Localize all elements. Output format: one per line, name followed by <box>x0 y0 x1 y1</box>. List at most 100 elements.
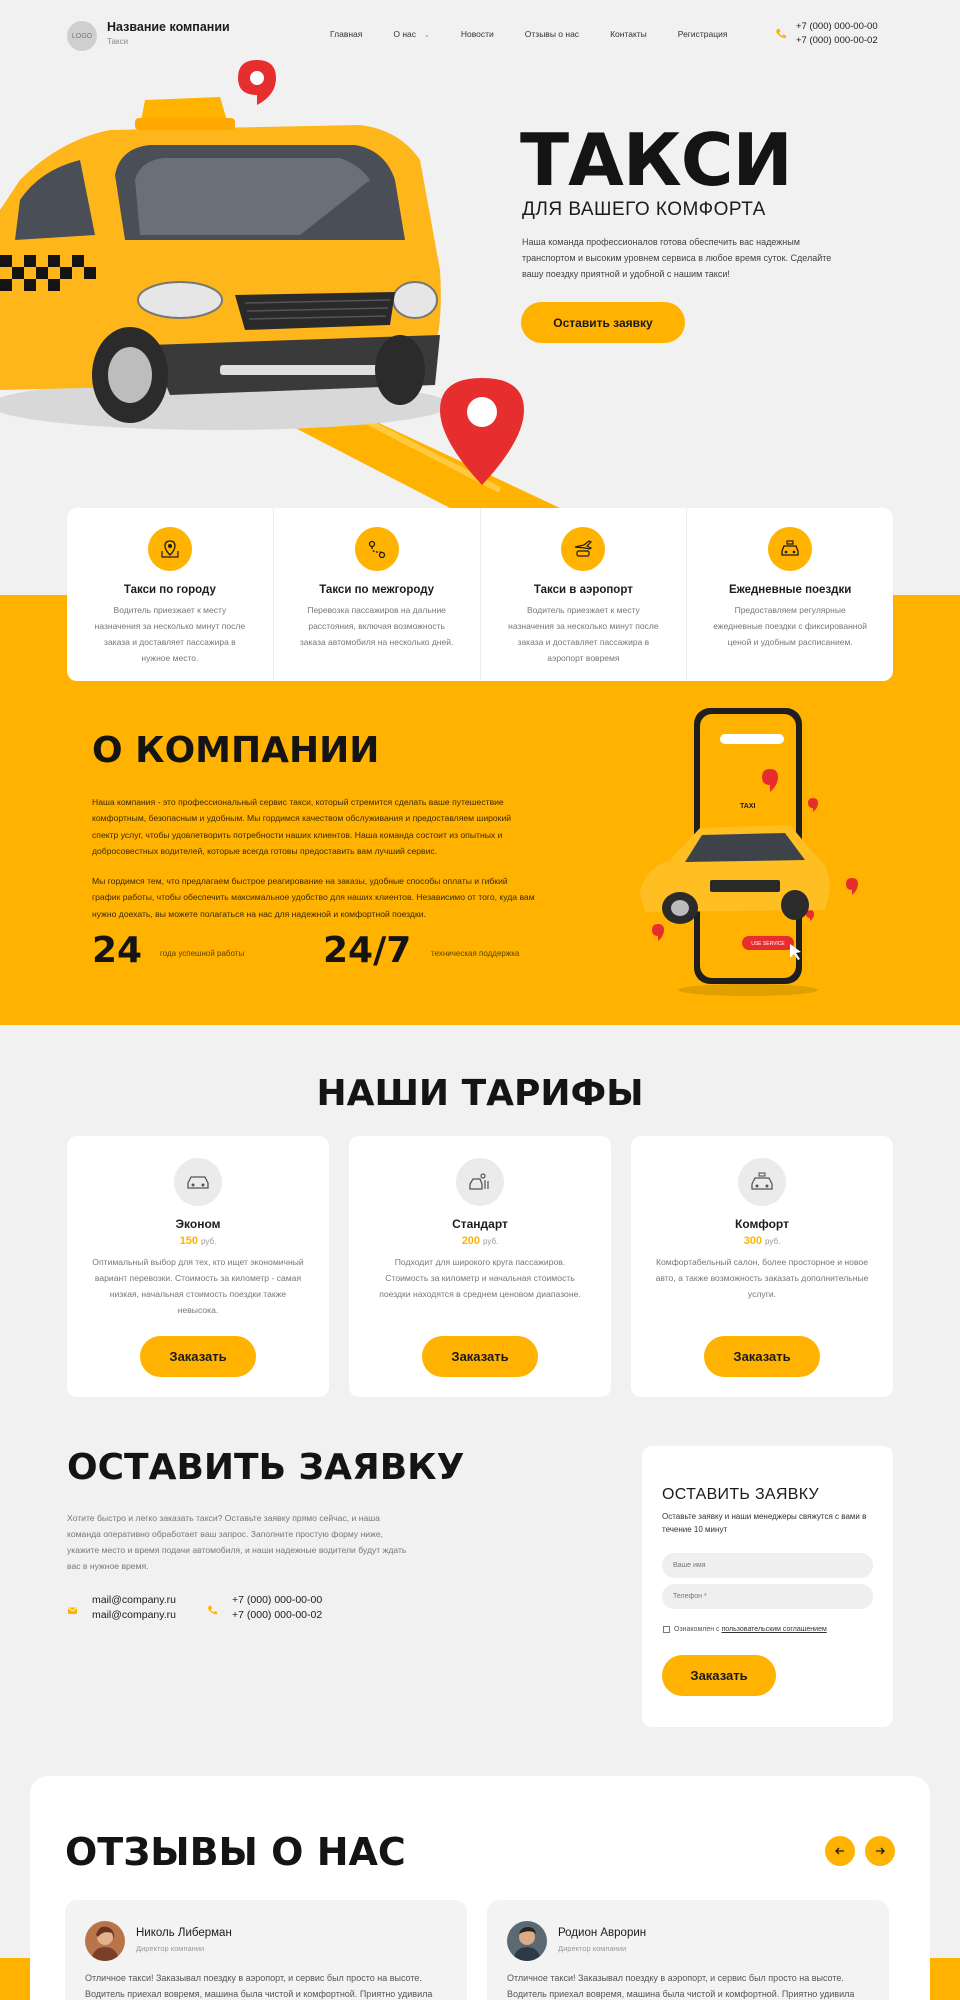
hero-description: Наша команда профессионалов готова обесп… <box>522 237 832 279</box>
contact-emails: mail@company.ru mail@company.ru <box>92 1593 176 1623</box>
about-title: О КОМПАНИИ <box>92 730 380 771</box>
agreement-link[interactable]: пользовательским соглашением <box>722 1626 827 1633</box>
nav-item-about[interactable]: О нас ⌄ <box>393 29 430 39</box>
hero-subtitle: ДЛЯ ВАШЕГО КОМФОРТА <box>522 199 766 220</box>
review-text: Отличное такси! Заказывал поездку в аэро… <box>85 1973 433 1999</box>
tariffs-title: НАШИ ТАРИФЫ <box>316 1073 644 1114</box>
arrow-right-icon <box>876 1847 885 1855</box>
stat-years-label: года успешной работы <box>160 949 245 958</box>
tariff-description: Оптимальный выбор для тех, кто ищет экон… <box>92 1257 304 1315</box>
avatar <box>507 1921 547 1961</box>
service-airport[interactable]: Такси в аэропорт Водитель приезжает к ме… <box>481 508 688 681</box>
service-city[interactable]: Такси по городу Водитель приезжает к мес… <box>67 508 274 681</box>
tariff-description: Комфортабельный салон, более просторное … <box>655 1257 869 1299</box>
phone-icon <box>207 1605 218 1615</box>
service-intercity[interactable]: Такси по межгороду Перевозка пассажиров … <box>274 508 481 681</box>
header-phones: +7 (000) 000-00-00 +7 (000) 000-00-02 <box>796 20 878 48</box>
phone-use-service-label: USE SERVICE <box>751 941 785 947</box>
company-name: Название компании <box>107 20 230 34</box>
tariff-price-value: 300 <box>743 1235 763 1247</box>
agreement-checkbox[interactable] <box>663 1626 670 1633</box>
airplane-car-icon <box>561 527 606 571</box>
company-subtitle: Такси <box>107 37 129 46</box>
agreement: Ознакомлен с пользовательским соглашение… <box>663 1626 827 1633</box>
review-text: Отличное такси! Заказывал поездку в аэро… <box>507 1973 855 1999</box>
reviews-prev-button[interactable] <box>825 1836 855 1866</box>
tariff-price: 200 руб. <box>349 1235 611 1247</box>
header-phone-1[interactable]: +7 (000) 000-00-00 <box>796 20 878 34</box>
tariff-currency: руб. <box>201 1237 217 1246</box>
nav-item-home[interactable]: Главная <box>330 29 362 39</box>
name-input[interactable] <box>662 1553 873 1578</box>
hero-request-button[interactable]: Оставить заявку <box>521 302 685 343</box>
reviewer-role: Директор компании <box>136 1944 205 1953</box>
car-person-icon <box>456 1158 504 1206</box>
request-description: Хотите быстро и легко заказать такси? Ос… <box>67 1513 407 1571</box>
service-title: Ежедневные поездки <box>728 584 852 596</box>
about-paragraph-1: Наша компания - это профессиональный сер… <box>92 797 512 857</box>
stat-support-number: 24/7 <box>323 930 412 971</box>
tariff-card-comfort: Комфорт 300 руб. Комфортабельный салон, б… <box>631 1136 893 1397</box>
tariff-price: 150 руб. <box>67 1235 329 1247</box>
contact-email-2[interactable]: mail@company.ru <box>92 1608 176 1623</box>
request-form: ОСТАВИТЬ ЗАЯВКУ Оставьте заявку и наши м… <box>642 1446 893 1727</box>
nav-item-reviews[interactable]: Отзывы о нас <box>525 29 579 39</box>
phone-taxi-label: TAXI <box>740 803 755 810</box>
tariff-name: Стандарт <box>452 1217 508 1231</box>
hero-title: ТАКСИ <box>520 118 793 202</box>
service-title: Такси по межгороду <box>319 584 435 596</box>
header-phone-2[interactable]: +7 (000) 000-00-02 <box>796 34 878 48</box>
mail-icon <box>68 1607 77 1614</box>
review-card: Родион Аврорин Директор компании Отлично… <box>487 1900 889 2000</box>
contact-phone-2[interactable]: +7 (000) 000-00-02 <box>232 1608 322 1623</box>
map-pin-icon <box>147 527 192 571</box>
service-text: Водитель приезжает к месту назначения за… <box>94 605 246 663</box>
contact-phone-1[interactable]: +7 (000) 000-00-00 <box>232 1593 322 1608</box>
stat-support-label: техническая поддержка <box>431 949 520 958</box>
avatar <box>85 1921 125 1961</box>
order-standard-button[interactable]: Заказать <box>422 1336 538 1377</box>
service-text: Водитель приезжает к месту назначения за… <box>508 605 659 663</box>
form-subtitle: Оставьте заявку и наши менеджеры свяжутс… <box>662 1512 867 1534</box>
order-comfort-button[interactable]: Заказать <box>704 1336 820 1377</box>
phone-icon <box>776 29 786 39</box>
reviews-title: ОТЗЫВЫ О НАС <box>65 1830 406 1874</box>
taxi-icon <box>738 1158 786 1206</box>
reviewer-name: Николь Либерман <box>136 1927 232 1939</box>
tariff-currency: руб. <box>483 1237 499 1246</box>
car-icon <box>174 1158 222 1206</box>
form-title: ОСТАВИТЬ ЗАЯВКУ <box>662 1486 819 1503</box>
service-title: Такси в аэропорт <box>533 584 633 596</box>
phone-input[interactable] <box>662 1584 873 1609</box>
request-title: ОСТАВИТЬ ЗАЯВКУ <box>67 1447 465 1488</box>
stat-years-number: 24 <box>92 930 143 971</box>
nav-item-register[interactable]: Регистрация <box>678 29 728 39</box>
nav-item-about-label: О нас <box>393 29 417 39</box>
tariff-description: Подходит для широкого круга пассажиров. … <box>379 1257 581 1299</box>
logo[interactable]: LOGO <box>67 21 97 51</box>
service-title: Такси по городу <box>123 584 216 596</box>
tariff-price-value: 150 <box>179 1235 199 1247</box>
nav-item-news[interactable]: Новости <box>461 29 494 39</box>
tariff-price-value: 200 <box>461 1235 481 1247</box>
service-daily[interactable]: Ежедневные поездки Предоставляем регуляр… <box>687 508 893 681</box>
tariff-currency: руб. <box>765 1237 781 1246</box>
nav-item-contacts[interactable]: Контакты <box>610 29 647 39</box>
reviewer-role: Директор компании <box>558 1944 627 1953</box>
review-card: Николь Либерман Директор компании Отличн… <box>65 1900 467 2000</box>
taxi-car-icon <box>768 527 813 571</box>
chevron-down-icon: ⌄ <box>424 32 430 39</box>
reviewer-name: Родион Аврорин <box>558 1927 647 1939</box>
form-submit-button[interactable]: Заказать <box>662 1655 776 1696</box>
agreement-text: Ознакомлен с <box>674 1626 720 1633</box>
contact-email-1[interactable]: mail@company.ru <box>92 1593 176 1608</box>
phone-app-illustration: TAXI USE SERVICE <box>640 708 858 996</box>
order-economy-button[interactable]: Заказать <box>140 1336 256 1377</box>
reviews-next-button[interactable] <box>865 1836 895 1866</box>
tariff-price: 300 руб. <box>631 1235 893 1247</box>
tariff-name: Комфорт <box>735 1217 789 1231</box>
tariff-card-standard: Стандарт 200 руб. Подходит для широкого к… <box>349 1136 611 1397</box>
route-icon <box>354 527 399 571</box>
contact-phones: +7 (000) 000-00-00 +7 (000) 000-00-02 <box>232 1593 322 1623</box>
service-text: Предоставляем регулярные ежедневные поез… <box>713 605 867 647</box>
